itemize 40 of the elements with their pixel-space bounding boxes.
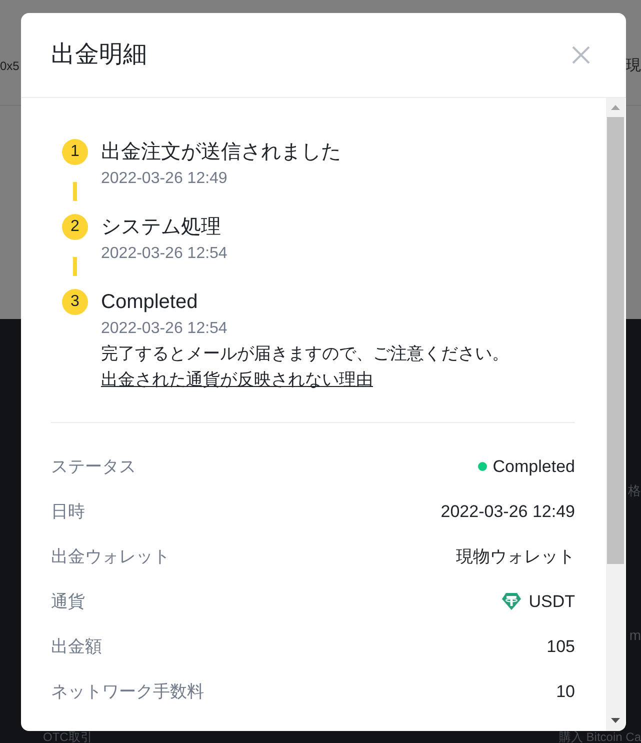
detail-label: 日時	[51, 500, 85, 522]
step-time: 2022-03-26 12:54	[101, 319, 228, 339]
detail-value: USDT	[528, 590, 575, 612]
dialog-title: 出金明細	[51, 40, 147, 70]
step-note: 完了するとメールが届きますので、ご注意ください。 出金された通貨が反映されない理由	[101, 343, 510, 391]
background-text: OTC取引	[43, 731, 92, 743]
detail-value: 10	[556, 680, 575, 702]
step-number: 1	[62, 139, 88, 165]
currency-icon	[502, 593, 521, 610]
step-connector	[73, 257, 77, 276]
detail-label: 通貨	[51, 590, 85, 612]
background-text: m	[629, 627, 641, 643]
step-time: 2022-03-26 12:49	[101, 169, 228, 189]
detail-value: 105	[546, 636, 575, 658]
scroll-up-icon[interactable]	[611, 105, 620, 110]
step-connector	[73, 182, 77, 201]
help-link[interactable]: 出金された通貨が反映されない理由	[101, 370, 373, 389]
scroll-thumb[interactable]	[607, 117, 624, 564]
background-text: 格	[628, 483, 641, 499]
detail-value: 2022-03-26 12:49	[440, 500, 575, 522]
step-title: 出金注文が送信されました	[101, 140, 342, 165]
step-title: システム処理	[101, 215, 222, 240]
detail-value: Completed	[492, 456, 575, 478]
background-text: 購入 Bitcoin Ca	[558, 731, 641, 743]
close-button[interactable]	[572, 46, 590, 64]
step-number: 3	[62, 289, 88, 315]
scroll-down-icon[interactable]	[611, 718, 620, 723]
step-number: 2	[62, 214, 88, 240]
step-time: 2022-03-26 12:54	[101, 244, 228, 264]
status-dot-icon	[478, 462, 487, 471]
step-title: Completed	[101, 290, 199, 315]
detail-label: ステータス	[51, 456, 136, 478]
detail-label: 出金ウォレット	[51, 546, 170, 568]
close-icon	[572, 46, 590, 64]
detail-label: 出金額	[51, 636, 102, 658]
background-text: 0x5	[0, 58, 20, 75]
scrollbar-track[interactable]	[606, 98, 625, 731]
detail-label: ネットワーク手数料	[51, 680, 204, 702]
background-text: 現	[626, 57, 641, 75]
detail-value: 現物ウォレット	[456, 546, 575, 568]
